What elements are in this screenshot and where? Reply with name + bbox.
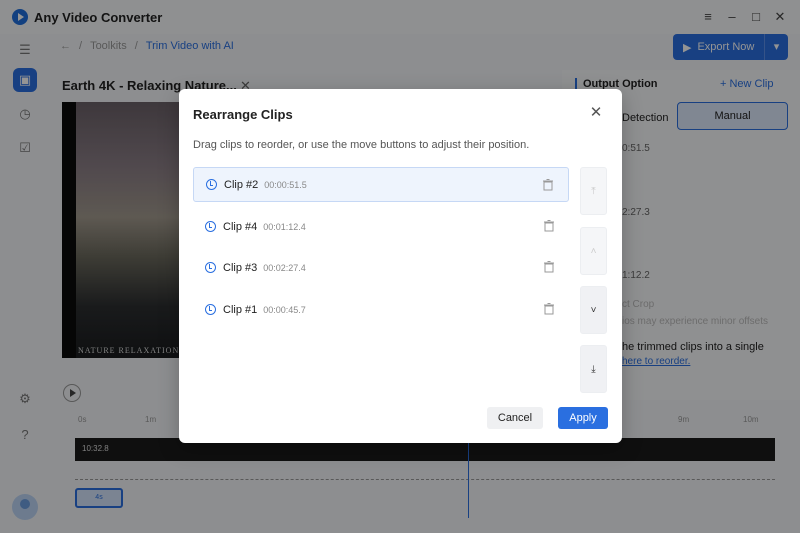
trash-icon[interactable] (544, 220, 554, 232)
move-up-button[interactable]: ˄ (580, 227, 607, 275)
move-down-button[interactable]: ˅ (580, 286, 607, 334)
clip-name: Clip #3 (223, 261, 258, 274)
dialog-description: Drag clips to reorder, or use the move b… (193, 139, 530, 151)
clip-duration: 00:00:51.5 (264, 179, 307, 190)
clip-item[interactable]: Clip #4 00:01:12.4 (193, 209, 569, 244)
clock-icon (206, 179, 217, 190)
dialog-close-icon[interactable]: ✕ (588, 105, 604, 121)
clip-name: Clip #1 (223, 303, 258, 316)
move-to-top-button[interactable]: ⤒ (580, 167, 607, 215)
clip-item[interactable]: Clip #3 00:02:27.4 (193, 250, 569, 285)
clock-icon (205, 221, 216, 232)
trash-icon[interactable] (544, 261, 554, 273)
clip-duration: 00:00:45.7 (263, 304, 306, 315)
trash-icon[interactable] (544, 303, 554, 315)
trash-icon[interactable] (543, 179, 553, 191)
apply-button[interactable]: Apply (558, 407, 608, 429)
clip-name: Clip #4 (223, 220, 258, 233)
rearrange-clips-dialog: Rearrange Clips ✕ Drag clips to reorder,… (179, 89, 622, 443)
clock-icon (205, 304, 216, 315)
clip-name: Clip #2 (224, 178, 259, 191)
clock-icon (205, 262, 216, 273)
move-to-bottom-button[interactable]: ⤓ (580, 345, 607, 393)
clip-duration: 00:02:27.4 (263, 262, 306, 273)
dialog-title: Rearrange Clips (193, 107, 293, 122)
clip-duration: 00:01:12.4 (263, 221, 306, 232)
clip-item[interactable]: Clip #1 00:00:45.7 (193, 292, 569, 327)
cancel-button[interactable]: Cancel (487, 407, 543, 429)
clip-item[interactable]: Clip #2 00:00:51.5 (193, 167, 569, 202)
